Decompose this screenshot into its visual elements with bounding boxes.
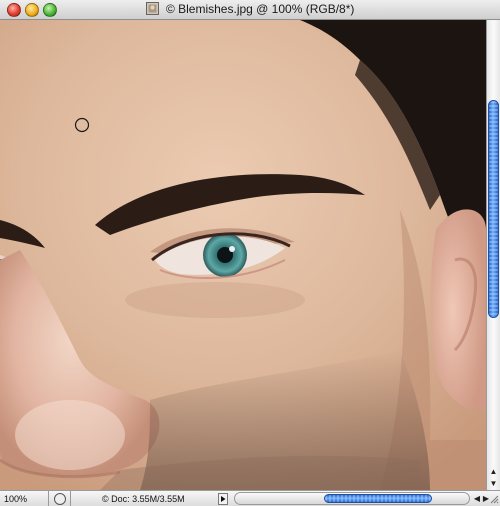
status-bar: 100% © Doc: 3.55M/3.55M ◀ ▶ bbox=[0, 490, 500, 506]
horizontal-scrollbar[interactable] bbox=[234, 492, 470, 505]
photo-face-closeup bbox=[0, 20, 486, 490]
vertical-scroll-thumb[interactable] bbox=[488, 100, 499, 318]
version-cue-icon[interactable] bbox=[54, 493, 66, 505]
info-menu-triangle-icon[interactable] bbox=[218, 493, 228, 505]
window-title: © Blemishes.jpg @ 100% (RGB/8*) bbox=[165, 2, 355, 16]
horizontal-scroll-thumb[interactable] bbox=[324, 494, 432, 503]
status-divider bbox=[48, 491, 49, 506]
window-title-group: © Blemishes.jpg @ 100% (RGB/8*) bbox=[0, 2, 500, 16]
status-divider bbox=[70, 491, 71, 506]
scroll-up-arrow-icon[interactable]: ▲ bbox=[487, 466, 500, 478]
photoshop-document-window: © Blemishes.jpg @ 100% (RGB/8*) ▲ ▼ 100%… bbox=[0, 0, 500, 506]
title-bar[interactable]: © Blemishes.jpg @ 100% (RGB/8*) bbox=[0, 0, 500, 20]
image-canvas[interactable] bbox=[0, 20, 486, 490]
resize-grip-icon[interactable] bbox=[490, 495, 499, 504]
zoom-level-field[interactable]: 100% bbox=[4, 493, 44, 505]
scroll-down-arrow-icon[interactable]: ▼ bbox=[487, 478, 500, 490]
vertical-scrollbar[interactable]: ▲ ▼ bbox=[486, 20, 500, 490]
document-proxy-icon[interactable] bbox=[145, 2, 159, 16]
document-size-info: © Doc: 3.55M/3.55M bbox=[102, 494, 185, 504]
